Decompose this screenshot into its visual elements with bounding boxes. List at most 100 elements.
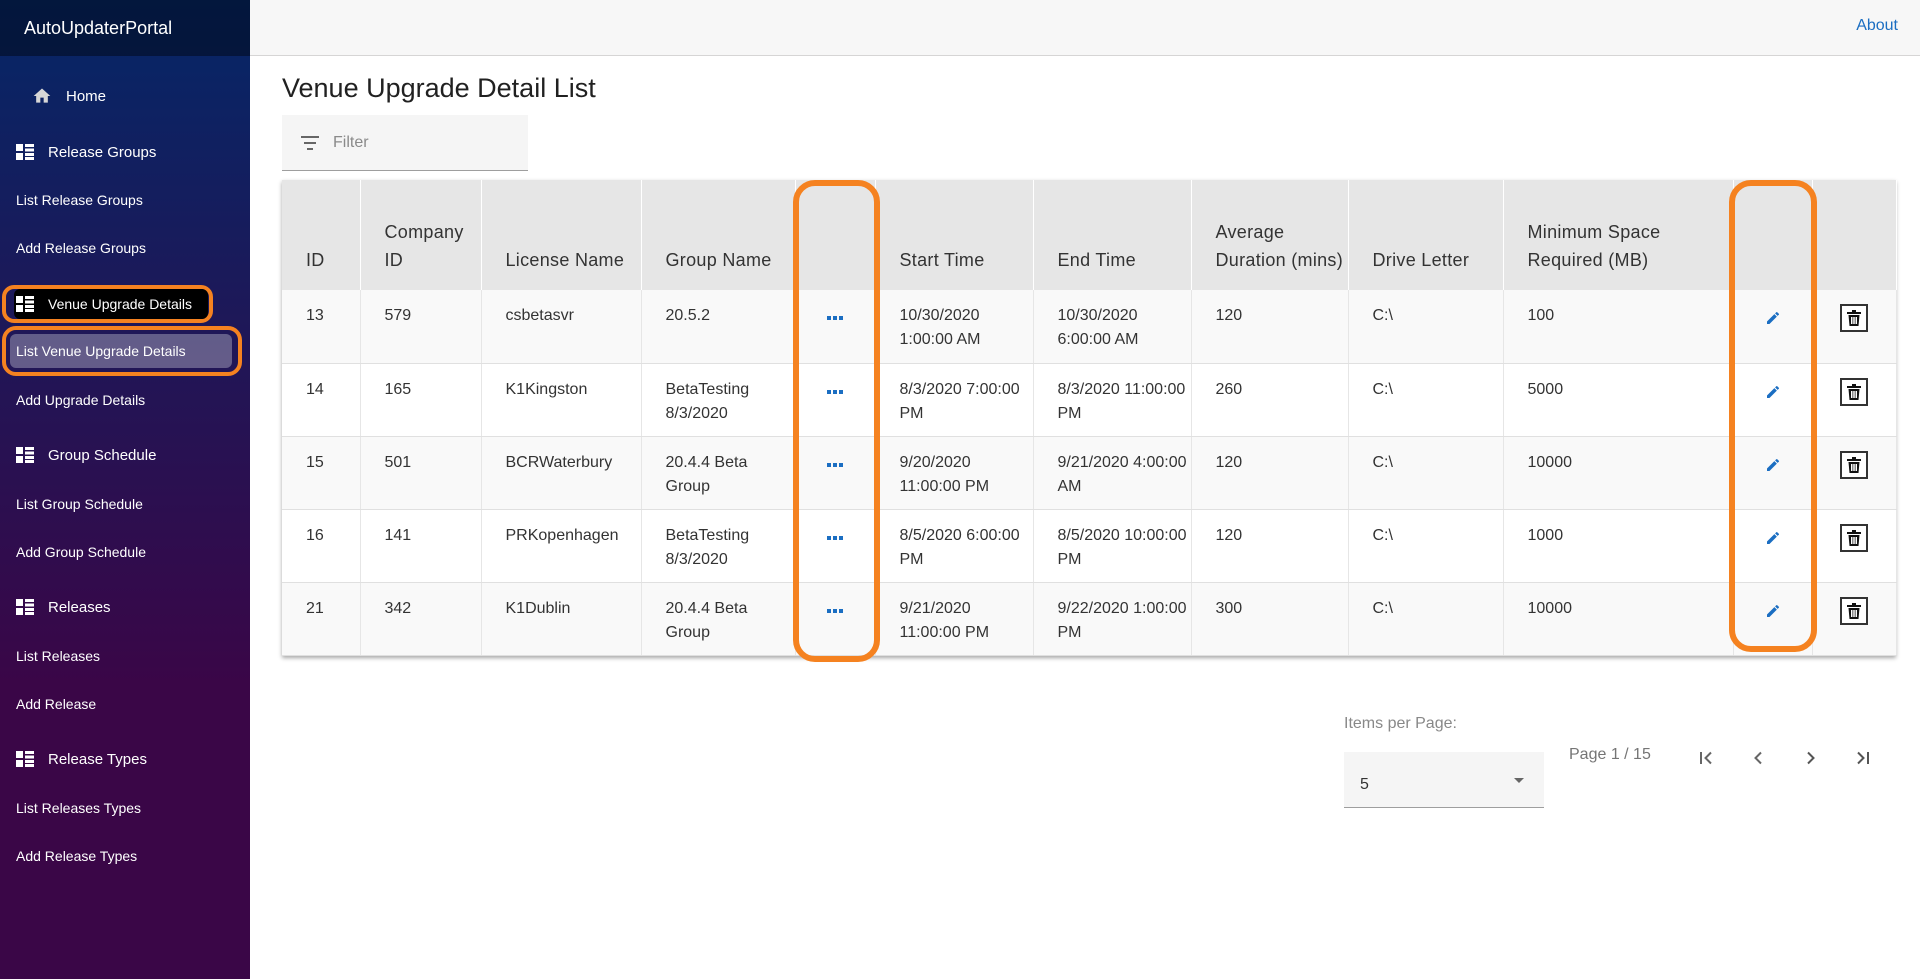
column-header-end-time[interactable]: End Time [1033, 180, 1192, 290]
nav-section-label[interactable]: Venue Upgrade Details [48, 296, 192, 312]
cell-average-duration: 120 [1191, 436, 1349, 510]
about-link[interactable]: About [1856, 17, 1898, 35]
cell-delete [1812, 290, 1897, 364]
nav-home-label[interactable]: Home [66, 88, 106, 105]
filter-input[interactable] [331, 132, 515, 153]
brand-label[interactable]: AutoUpdaterPortal [24, 18, 172, 39]
cell-delete [1812, 363, 1897, 437]
cell-start-time: 9/20/2020 11:00:00 PM [875, 436, 1034, 510]
table-row: 14 165 K1Kingston BetaTesting 8/3/2020 8… [282, 363, 1897, 437]
nav-item-list-releases[interactable]: List Releases [16, 644, 100, 668]
nav-item-label[interactable]: List Releases Types [16, 800, 141, 816]
cell-license-name: K1Dublin [481, 582, 642, 656]
top-bar: About [250, 0, 1920, 56]
table-row: 15 501 BCRWaterbury 20.4.4 Beta Group 9/… [282, 436, 1897, 510]
cell-drive-letter: C:\ [1348, 582, 1504, 656]
nav-item-add-release[interactable]: Add Release [16, 692, 96, 716]
first-page-button[interactable] [1692, 744, 1720, 772]
nav-item-label[interactable]: List Venue Upgrade Details [16, 343, 186, 359]
trash-icon [1847, 383, 1861, 400]
nav-item-label[interactable]: List Releases [16, 648, 100, 664]
next-page-icon [1807, 751, 1815, 765]
column-header-group-name[interactable]: Group Name [641, 180, 796, 290]
list-icon [16, 447, 34, 463]
cell-drive-letter: C:\ [1348, 290, 1504, 364]
cell-group-name: BetaTesting 8/3/2020 [641, 363, 796, 437]
column-header-company-id[interactable]: Company ID [360, 180, 482, 290]
nav-section-release-groups[interactable]: Release Groups [16, 139, 156, 165]
nav-section-venue-upgrade-details[interactable]: Venue Upgrade Details [14, 289, 208, 319]
nav-item-label[interactable]: List Group Schedule [16, 496, 143, 512]
column-header-start-time[interactable]: Start Time [875, 180, 1034, 290]
cell-company-id: 501 [360, 436, 482, 510]
nav-item-list-release-types[interactable]: List Releases Types [16, 796, 141, 820]
trash-icon [1847, 529, 1861, 546]
items-per-page-select[interactable]: 5 [1344, 752, 1544, 808]
column-header-id[interactable]: ID [282, 180, 361, 290]
cell-drive-letter: C:\ [1348, 436, 1504, 510]
cell-license-name: csbetasvr [481, 290, 642, 364]
column-header-drive-letter[interactable]: Drive Letter [1348, 180, 1504, 290]
cell-id: 13 [282, 290, 361, 364]
nav-section-release-types[interactable]: Release Types [16, 746, 147, 772]
prev-page-button[interactable] [1744, 744, 1772, 772]
first-page-icon [1700, 751, 1712, 765]
cell-id: 15 [282, 436, 361, 510]
nav-item-label[interactable]: Add Group Schedule [16, 544, 146, 560]
nav-item-list-release-groups[interactable]: List Release Groups [16, 188, 143, 212]
cell-id: 21 [282, 582, 361, 656]
column-header-delete [1812, 180, 1897, 290]
items-per-page-value[interactable]: 5 [1360, 776, 1369, 794]
nav-item-list-group-schedule[interactable]: List Group Schedule [16, 492, 143, 516]
nav-item-add-group-schedule[interactable]: Add Group Schedule [16, 540, 146, 564]
column-header-license-name[interactable]: License Name [481, 180, 642, 290]
column-header-minimum-space[interactable]: Minimum Space Required (MB) [1503, 180, 1734, 290]
prev-page-icon [1754, 751, 1762, 765]
filter-field[interactable] [282, 115, 528, 171]
list-icon [16, 296, 34, 312]
highlight-box-details-column [793, 180, 880, 662]
cell-group-name: 20.5.2 [641, 290, 796, 364]
trash-icon [1847, 310, 1861, 326]
delete-button[interactable] [1840, 377, 1868, 406]
cell-id: 16 [282, 509, 361, 583]
cell-minimum-space: 10000 [1503, 582, 1734, 656]
nav-item-label[interactable]: Add Release Types [16, 848, 137, 864]
chevron-down-icon[interactable] [1514, 778, 1524, 783]
cell-start-time: 9/21/2020 11:00:00 PM [875, 582, 1034, 656]
nav-item-label[interactable]: Add Upgrade Details [16, 392, 145, 408]
filter-icon [301, 135, 319, 150]
brand[interactable]: AutoUpdaterPortal [0, 0, 250, 56]
nav-section-label[interactable]: Releases [48, 599, 111, 616]
cell-start-time: 10/30/2020 1:00:00 AM [875, 290, 1034, 364]
last-page-button[interactable] [1849, 744, 1877, 772]
table-row: 13 579 csbetasvr 20.5.2 10/30/2020 1:00:… [282, 290, 1897, 364]
delete-button[interactable] [1840, 450, 1868, 479]
cell-end-time: 9/21/2020 4:00:00 AM [1033, 436, 1192, 510]
cell-group-name: 20.4.4 Beta Group [641, 436, 796, 510]
nav-item-label[interactable]: List Release Groups [16, 192, 143, 208]
nav-item-add-release-types[interactable]: Add Release Types [16, 844, 137, 868]
delete-button[interactable] [1840, 596, 1868, 625]
nav-section-group-schedule[interactable]: Group Schedule [16, 442, 156, 468]
nav-item-add-upgrade-details[interactable]: Add Upgrade Details [16, 388, 145, 412]
nav-section-label[interactable]: Release Types [48, 751, 147, 768]
cell-company-id: 141 [360, 509, 482, 583]
trash-icon [1847, 456, 1861, 473]
nav-item-label[interactable]: Add Release [16, 696, 96, 712]
delete-button[interactable] [1840, 523, 1868, 552]
nav-section-label[interactable]: Group Schedule [48, 447, 156, 464]
nav-item-list-venue-upgrade-details[interactable]: List Venue Upgrade Details [10, 334, 232, 368]
cell-group-name: BetaTesting 8/3/2020 [641, 509, 796, 583]
nav-home[interactable]: Home [32, 83, 106, 109]
page-info: Page 1 / 15 [1569, 746, 1651, 763]
cell-end-time: 8/3/2020 11:00:00 PM [1033, 363, 1192, 437]
delete-button[interactable] [1840, 304, 1868, 332]
nav-section-label[interactable]: Release Groups [48, 144, 156, 161]
column-header-average-duration[interactable]: Average Duration (mins) [1191, 180, 1349, 290]
nav-item-label[interactable]: Add Release Groups [16, 240, 146, 256]
nav-item-add-release-groups[interactable]: Add Release Groups [16, 236, 146, 260]
cell-group-name: 20.4.4 Beta Group [641, 582, 796, 656]
next-page-button[interactable] [1797, 744, 1825, 772]
nav-section-releases[interactable]: Releases [16, 594, 111, 620]
